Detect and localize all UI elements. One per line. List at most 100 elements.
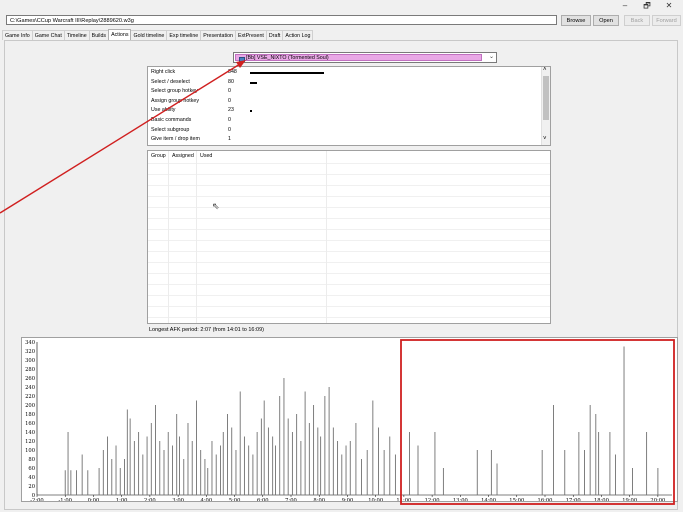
forward-button[interactable]: Forward: [652, 15, 681, 26]
tab-actions[interactable]: Actions: [108, 29, 132, 40]
tab-extpresent[interactable]: ExtPresent: [235, 30, 267, 40]
x-tick-label: 5:00: [229, 498, 241, 501]
x-tick-label: 20:00: [650, 498, 665, 501]
action-label: Use ability: [151, 107, 176, 114]
table-gridline: [148, 284, 550, 285]
close-button[interactable]: ✕: [658, 0, 680, 12]
x-tick-label: 9:00: [342, 498, 354, 501]
y-tick-label: 40: [28, 475, 35, 481]
table-gridline: [148, 306, 550, 307]
action-count: 0: [228, 117, 231, 123]
y-tick-label: 240: [25, 385, 35, 391]
x-tick-label: 0:00: [88, 498, 100, 501]
x-tick-label: 16:00: [538, 498, 553, 501]
player-name: [Bb] VSE_NIXTO (Tormented Soul): [246, 55, 329, 61]
action-count: 1: [228, 136, 231, 143]
action-label: Select / deselect: [151, 78, 190, 85]
tab-game-chat[interactable]: Game Chat: [31, 30, 65, 40]
open-button[interactable]: Open: [593, 15, 619, 26]
y-tick-label: 260: [25, 376, 35, 382]
x-tick-label: 10:00: [368, 498, 383, 501]
tab-action-log[interactable]: Action Log: [282, 30, 314, 40]
y-tick-label: 180: [25, 412, 35, 418]
action-count: 0: [228, 126, 231, 133]
y-tick-label: 120: [25, 439, 35, 445]
y-tick-label: 340: [25, 340, 35, 346]
table-gridline: [148, 207, 550, 208]
tab-presentation[interactable]: Presentation: [200, 30, 236, 40]
tab-gold-timeline[interactable]: Gold timeline: [130, 30, 168, 40]
x-tick-label: 19:00: [622, 498, 637, 501]
tab-draft[interactable]: Draft: [265, 30, 284, 40]
x-tick-label: 6:00: [257, 498, 269, 501]
back-button[interactable]: Back: [624, 15, 650, 26]
action-row[interactable]: Use ability 23: [148, 106, 538, 115]
y-tick-label: 200: [25, 403, 35, 409]
action-row[interactable]: Select / deselect 80: [148, 78, 538, 87]
table-gridline: [148, 174, 550, 175]
replay-path-input[interactable]: C:\Games\CCup Warcraft III\Replay\288962…: [6, 15, 557, 25]
table-gridline: [148, 295, 550, 296]
actions-scrollbar[interactable]: ˄ ˅: [541, 67, 550, 145]
action-label: Basic commands: [151, 117, 192, 123]
apm-chart: 0 20 40 60 80 100 120 140 160 180 200 220 240 260 280 3…: [21, 337, 678, 502]
minimize-button[interactable]: –: [614, 0, 636, 12]
table-column-divider: [326, 151, 327, 323]
action-row[interactable]: Right click 848: [148, 68, 538, 77]
x-tick-label: -1:00: [59, 498, 72, 501]
table-gridline: [148, 273, 550, 274]
y-tick-label: 220: [25, 394, 35, 400]
action-label: Select group hotkey: [151, 88, 198, 95]
apm-chart-svg: 0204060801001201401601802002202402602803…: [25, 340, 672, 501]
y-tick-label: 100: [25, 448, 35, 454]
mouse-cursor-icon: ⇖: [212, 201, 220, 211]
maximize-button[interactable]: 🗗: [636, 0, 658, 12]
table-column-divider: [196, 151, 197, 323]
x-tick-label: 4:00: [201, 498, 213, 501]
groups-table[interactable]: Group Assigned Used: [147, 150, 551, 324]
y-tick-label: 80: [28, 457, 35, 463]
action-row[interactable]: Give item / drop item 1: [148, 135, 538, 144]
action-row[interactable]: Select subgroup 0: [148, 126, 538, 135]
column-header-group[interactable]: Group: [151, 153, 166, 159]
table-gridline: [148, 185, 550, 186]
x-tick-label: 15:00: [509, 498, 524, 501]
browse-button[interactable]: Browse: [561, 15, 591, 26]
afk-summary: Longest AFK period: 2:07 (from 14:01 to …: [149, 327, 264, 333]
y-tick-label: 160: [25, 421, 35, 427]
action-count: 848: [228, 69, 237, 75]
x-tick-label: 1:00: [116, 498, 128, 501]
chevron-down-icon[interactable]: ⌄: [489, 53, 494, 62]
scroll-up-icon[interactable]: ˄: [543, 67, 547, 73]
table-gridline: [148, 262, 550, 263]
action-label: Give item / drop item: [151, 136, 200, 143]
x-tick-label: 12:00: [425, 498, 440, 501]
y-tick-label: 20: [28, 484, 35, 490]
x-tick-label: 8:00: [313, 498, 325, 501]
action-count: 0: [228, 88, 231, 95]
tab-timeline[interactable]: Timeline: [63, 30, 90, 40]
scroll-down-icon[interactable]: ˅: [543, 136, 547, 142]
x-tick-label: 13:00: [453, 498, 468, 501]
column-header-assigned[interactable]: Assigned: [172, 153, 194, 159]
table-gridline: [148, 196, 550, 197]
table-gridline: [148, 317, 550, 318]
tab-builds[interactable]: Builds: [88, 30, 110, 40]
tab-game-info[interactable]: Game Info: [2, 30, 33, 40]
table-gridline: [148, 163, 550, 164]
column-header-used[interactable]: Used: [200, 153, 212, 159]
y-tick-label: 320: [25, 349, 35, 355]
action-label: Assign group hotkey: [151, 97, 199, 104]
actions-list[interactable]: ˄ ˅ Right click 848 Select / deselect 80 Sel…: [147, 66, 551, 146]
y-tick-label: 140: [25, 430, 35, 436]
tab-exp-timeline[interactable]: Exp timeline: [166, 30, 202, 40]
y-tick-label: 280: [25, 367, 35, 373]
action-row[interactable]: Basic commands 0: [148, 116, 538, 125]
action-row[interactable]: Select group hotkey 0: [148, 87, 538, 96]
action-label: Select subgroup: [151, 126, 190, 133]
table-gridline: [148, 240, 550, 241]
player-select[interactable]: [Bb] VSE_NIXTO (Tormented Soul) ⌄: [233, 52, 497, 63]
scroll-thumb[interactable]: [543, 76, 549, 120]
x-tick-label: -2:00: [30, 498, 43, 501]
action-row[interactable]: Assign group hotkey 0: [148, 97, 538, 106]
